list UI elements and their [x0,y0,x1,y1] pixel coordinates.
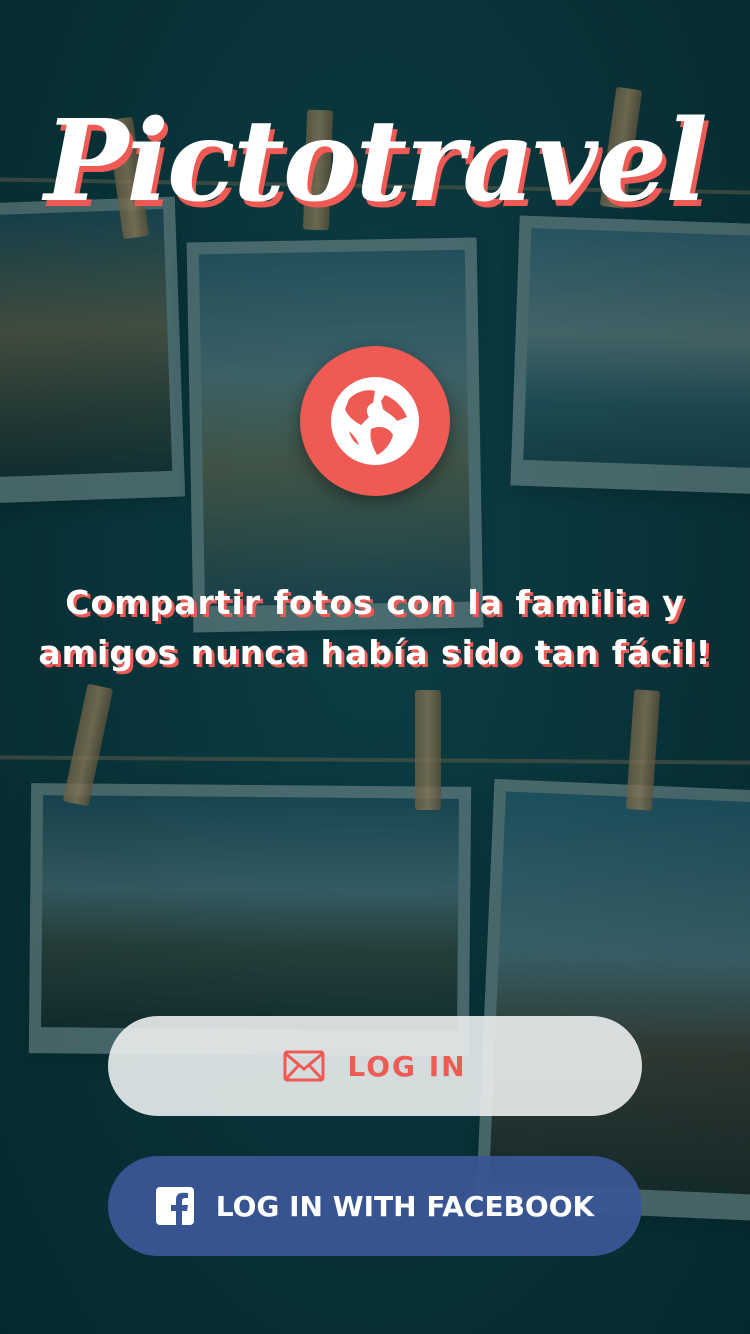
tagline: Compartir fotos con la familia y amigos … [20,578,730,678]
logo-badge [300,346,450,496]
login-button[interactable]: LOG IN [108,1016,642,1116]
app-logo-title: Pictotravel [44,96,708,227]
envelope-icon [283,1050,325,1082]
globe-icon [323,369,427,473]
facebook-login-button[interactable]: LOG IN WITH FACEBOOK [108,1156,642,1256]
tagline-line-1: Compartir fotos con la familia y [65,583,685,622]
tagline-line-2: amigos nunca había sido tan fácil! [38,633,712,672]
facebook-icon [155,1187,194,1225]
login-button-label: LOG IN [347,1049,467,1083]
facebook-button-label: LOG IN WITH FACEBOOK [215,1189,595,1223]
